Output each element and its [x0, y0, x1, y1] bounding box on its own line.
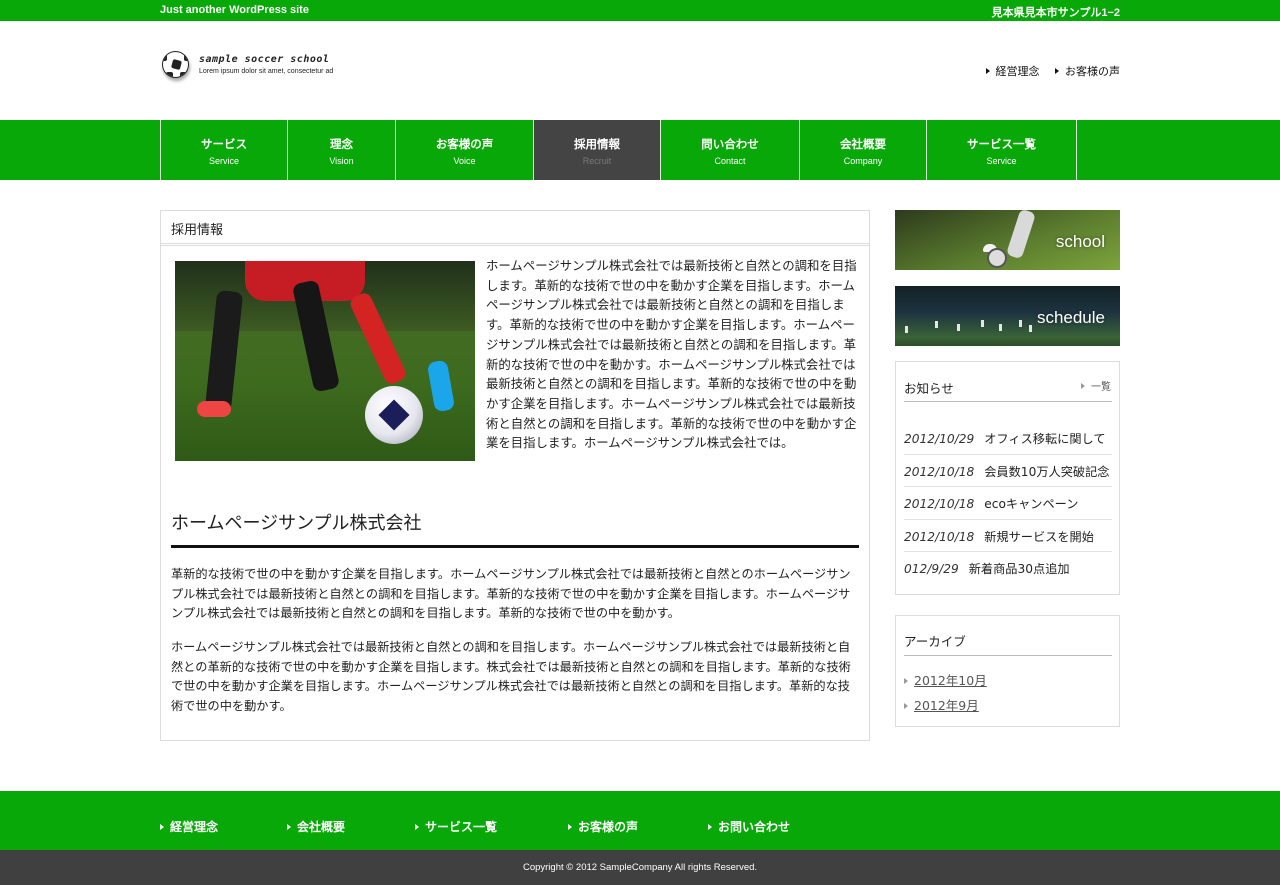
header-links: 経営理念 お客様の声 [974, 63, 1120, 79]
footer-link-voice[interactable]: お客様の声 [568, 818, 638, 835]
school-banner[interactable]: school [895, 210, 1120, 270]
archive-title: アーカイブ [904, 634, 966, 649]
arrow-right-icon [568, 824, 572, 830]
archive-widget: アーカイブ 2012年10月 2012年9月 [895, 615, 1120, 727]
nav-item-voice[interactable]: お客様の声 Voice [396, 120, 534, 180]
footer-link-contact[interactable]: お問い合わせ [708, 818, 790, 835]
news-item[interactable]: 2012/10/18 会員数10万人突破記念 [904, 455, 1112, 487]
arrow-right-icon [415, 824, 419, 830]
site-tagline: Just another WordPress site [160, 4, 309, 16]
footer-link-philosophy[interactable]: 経営理念 [160, 818, 218, 835]
soccer-photo [175, 261, 475, 461]
arrow-right-icon [1081, 383, 1085, 389]
nav-item-vision[interactable]: 理念 Vision [288, 120, 396, 180]
nav-item-recruit[interactable]: 採用情報 Recruit [534, 120, 661, 180]
main-content: 採用情報 ホームページサンプル株式会社では最新技術と自然との調和を目指します。革… [160, 210, 870, 741]
site-address: 見本県見本市サンプル1−2 [991, 7, 1120, 19]
archive-link[interactable]: 2012年10月 [904, 670, 987, 695]
news-item[interactable]: 012/9/29 新着商品30点追加 [904, 552, 1112, 585]
arrow-right-icon [985, 68, 990, 74]
arrow-right-icon [904, 703, 908, 709]
footer-link-company[interactable]: 会社概要 [287, 818, 345, 835]
arrow-right-icon [160, 824, 164, 830]
news-more-link[interactable]: 一覧 [1081, 378, 1111, 393]
header-link-voice[interactable]: お客様の声 [1055, 65, 1120, 78]
logo-name: sample soccer school [199, 54, 330, 65]
banner-label: school [1055, 232, 1105, 251]
arrow-right-icon [708, 824, 712, 830]
copyright: Copyright © 2012 SampleCompany All right… [0, 850, 1280, 885]
global-nav: サービス Service 理念 Vision お客様の声 Voice 採用情報 Recr… [0, 120, 1280, 180]
arrow-right-icon [1055, 68, 1059, 74]
news-widget: お知らせ 一覧 2012/10/29 オフィス移転に関して 2012/10/18 会… [895, 361, 1120, 595]
page-title: 採用情報 [161, 211, 869, 246]
news-item[interactable]: 2012/10/18 新規サービスを開始 [904, 520, 1112, 552]
news-item[interactable]: 2012/10/18 ecoキャンペーン [904, 487, 1112, 520]
schedule-banner[interactable]: schedule [895, 286, 1120, 346]
top-bar: Just another WordPress site 見本県見本市サンプル1−… [0, 0, 1280, 21]
footer-link-service-list[interactable]: サービス一覧 [415, 818, 497, 835]
banner-label: schedule [1036, 308, 1105, 327]
logo-tagline: Lorem ipsum dolor sit amet, consectetur … [199, 68, 334, 75]
body-paragraph: ホームページサンプル株式会社では最新技術と自然との調和を目指します。ホームページ… [171, 640, 851, 714]
header-link-philosophy[interactable]: 経営理念 [985, 65, 1040, 78]
nav-item-contact[interactable]: 問い合わせ Contact [661, 120, 800, 180]
intro-text: ホームページサンプル株式会社では最新技術と自然との調和を目指します。革新的な技術… [486, 258, 857, 451]
soccer-ball-icon [162, 51, 189, 78]
nav-item-service-list[interactable]: サービス一覧 Service [927, 120, 1077, 180]
arrow-right-icon [904, 678, 908, 684]
body-paragraph: 革新的な技術で世の中を動かす企業を目指します。ホームページサンプル株式会社では最… [171, 567, 851, 621]
arrow-right-icon [287, 824, 291, 830]
footer-nav: 経営理念 会社概要 サービス一覧 お客様の声 お問い合わせ [0, 791, 1280, 850]
nav-item-company[interactable]: 会社概要 Company [800, 120, 927, 180]
section-heading: ホームページサンプル株式会社 [171, 509, 859, 548]
nav-item-service[interactable]: サービス Service [161, 120, 288, 180]
news-title: お知らせ [904, 381, 954, 396]
news-item[interactable]: 2012/10/29 オフィス移転に関して [904, 422, 1112, 455]
archive-link[interactable]: 2012年9月 [904, 695, 987, 720]
